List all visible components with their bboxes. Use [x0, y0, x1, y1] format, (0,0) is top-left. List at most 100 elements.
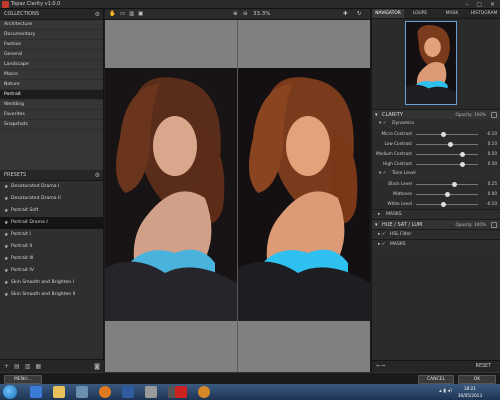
collection-item[interactable]: Macro [0, 70, 103, 80]
slider-knob[interactable] [460, 152, 465, 157]
rotate-icon[interactable]: ↻ [357, 9, 362, 20]
star-icon[interactable]: ★ [4, 289, 11, 301]
compare-view-icon[interactable]: ▣ [138, 9, 143, 20]
slider-value[interactable]: 0.50 [488, 159, 497, 169]
single-view-icon[interactable]: ▭ [120, 9, 125, 20]
menu-button[interactable]: MENU... [4, 375, 42, 384]
mask-toggle-icon[interactable] [491, 112, 497, 118]
navigator-thumbnail[interactable] [405, 21, 457, 105]
slider-track[interactable] [416, 204, 478, 205]
hand-tool-icon[interactable]: ✋ [109, 9, 116, 20]
preset-item[interactable]: ★ Portrait Drama I [0, 217, 103, 229]
preview-before[interactable] [105, 68, 237, 321]
delete-icon[interactable]: ▦ [35, 363, 41, 370]
collection-item[interactable]: Documentary [0, 30, 103, 40]
hsl-masks-row[interactable]: ▸ ✓ MASKS [372, 239, 500, 249]
system-tray[interactable]: ▴ ▮ ◂) [439, 388, 452, 394]
dynamics-header[interactable]: ▾ ✓ Dynamics [372, 119, 500, 129]
star-icon[interactable]: ★ [4, 253, 11, 265]
collection-item[interactable]: Portrait [0, 90, 103, 100]
explorer-icon[interactable] [53, 386, 65, 398]
slider-value[interactable]: -0.10 [486, 199, 497, 209]
collection-item[interactable]: Nature [0, 80, 103, 90]
collection-item[interactable]: Snapshots [0, 120, 103, 130]
clarity-header[interactable]: ▾ CLARITY Opacity: 100% [372, 109, 500, 119]
slider-knob[interactable] [441, 202, 447, 207]
slider-track[interactable] [416, 164, 478, 165]
star-icon[interactable]: ★ [4, 205, 11, 217]
clarity-masks-row[interactable]: ▸ MASKS [372, 209, 500, 219]
slider-knob[interactable] [441, 132, 447, 137]
slider-track[interactable] [416, 154, 478, 155]
expand-arrow-icon[interactable]: ▸ ✓ [378, 240, 385, 250]
tone-level-header[interactable]: ▾ ✓ Tone Level [372, 169, 500, 179]
slider-track[interactable] [416, 134, 478, 135]
opacity-value[interactable]: 100% [474, 222, 486, 227]
import-icon[interactable]: ▤ [14, 363, 20, 370]
gear-icon[interactable]: ⚙ [95, 170, 100, 181]
media-icon[interactable] [76, 386, 88, 398]
slider-value[interactable]: -0.10 [486, 129, 497, 139]
star-icon[interactable]: ★ [4, 265, 11, 277]
star-icon[interactable]: ★ [4, 277, 11, 289]
preset-item[interactable]: ★ Portrait III [0, 253, 103, 265]
collection-item[interactable]: Wedding [0, 100, 103, 110]
firefox-icon[interactable] [99, 386, 111, 398]
slider-value[interactable]: 0.50 [488, 149, 497, 159]
checkbox-icon[interactable]: ▾ ✓ [379, 169, 386, 179]
slider-knob[interactable] [451, 182, 457, 187]
slider-value[interactable]: 0.10 [488, 139, 497, 149]
opacity-value[interactable]: 100% [474, 112, 486, 117]
add-icon[interactable]: + [4, 363, 9, 370]
collection-item[interactable]: Favorites [0, 110, 103, 120]
topaz-icon[interactable] [198, 386, 210, 398]
zoom-out-icon[interactable]: ⊖ [243, 9, 248, 20]
slider-knob[interactable] [460, 162, 465, 167]
collection-item[interactable]: Landscape [0, 60, 103, 70]
preset-item[interactable]: ★ Portrait Soft [0, 205, 103, 217]
preset-item[interactable]: ★ Desaturated Drama II [0, 193, 103, 205]
tab-mask[interactable]: MASK [436, 9, 468, 18]
hsl-header[interactable]: ▾ HUE / SAT / LUM Opacity: 100% [372, 219, 500, 229]
preview-after[interactable] [238, 68, 370, 321]
star-icon[interactable]: ★ [4, 193, 11, 205]
tab-histogram[interactable]: HISTOGRAM [468, 9, 500, 18]
mask-toggle-icon[interactable] [491, 222, 497, 228]
preset-item[interactable]: ★ Desaturated Drama I [0, 181, 103, 193]
cancel-button[interactable]: CANCEL [418, 375, 454, 384]
split-view-icon[interactable]: ▥ [129, 9, 134, 20]
acrobat-icon[interactable] [175, 386, 187, 398]
collection-item[interactable]: Fashion [0, 40, 103, 50]
preset-item[interactable]: ★ Skin Smooth and Brighten I [0, 277, 103, 289]
preset-item[interactable]: ★ Portrait I [0, 229, 103, 241]
star-icon[interactable]: ★ [4, 229, 11, 241]
gear-icon[interactable]: ⚙ [95, 9, 100, 20]
pin-icon[interactable]: ✚ [343, 9, 348, 20]
star-icon[interactable]: ★ [4, 241, 11, 253]
tab-loupe[interactable]: LOUPE [404, 9, 436, 18]
ie-icon[interactable] [30, 386, 42, 398]
hsl-filter-row[interactable]: ▸ ✓ HSL Filter [372, 229, 500, 239]
image-canvas[interactable] [105, 20, 370, 372]
preset-item[interactable]: ★ Portrait II [0, 241, 103, 253]
zoom-in-icon[interactable]: ⊕ [233, 9, 238, 20]
preset-item[interactable]: ★ Portrait IV [0, 265, 103, 277]
app-icon[interactable] [145, 386, 157, 398]
star-icon[interactable]: ★ [4, 217, 11, 229]
camera-icon[interactable]: ◙ [94, 363, 100, 370]
clock[interactable]: 18:21 30/05/2013 [458, 385, 482, 399]
ok-button[interactable]: OK [458, 375, 496, 384]
collection-item[interactable]: General [0, 50, 103, 60]
start-button-icon[interactable] [3, 385, 17, 399]
checkbox-icon[interactable]: ▾ ✓ [379, 119, 386, 129]
slider-track[interactable] [416, 184, 478, 185]
slider-knob[interactable] [444, 192, 450, 197]
slider-knob[interactable] [447, 142, 453, 147]
export-icon[interactable]: ▥ [25, 363, 31, 370]
star-icon[interactable]: ★ [4, 181, 11, 193]
word-icon[interactable] [122, 386, 134, 398]
collection-item[interactable]: Architecture [0, 20, 103, 30]
window-controls[interactable]: – ▢ ✕ [465, 0, 498, 9]
preset-item[interactable]: ★ Skin Smooth and Brighten II [0, 289, 103, 301]
tab-navigator[interactable]: NAVIGATOR [372, 9, 404, 18]
